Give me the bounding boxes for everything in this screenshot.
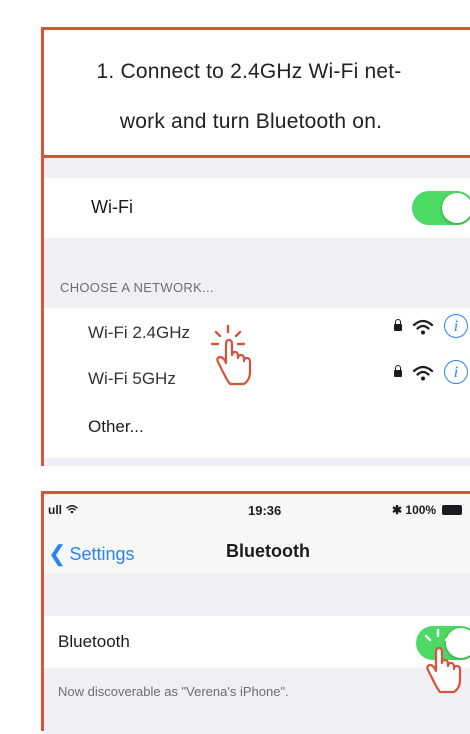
bluetooth-setting-row: Bluetooth (44, 616, 470, 668)
toggle-knob (442, 193, 470, 223)
lock-icon (394, 365, 402, 377)
back-button[interactable]: ❮ Settings (48, 540, 134, 566)
wifi-icon (412, 365, 434, 381)
info-icon[interactable]: i (444, 314, 468, 338)
bluetooth-label: Bluetooth (58, 632, 130, 651)
hand-pointer-icon (424, 628, 462, 694)
navigation-bar: ❮ Settings Bluetooth (44, 530, 470, 575)
network-name: Wi-Fi 5GHz (88, 369, 176, 388)
wifi-settings-screen: Wi-Fi CHOOSE A NETWORK... Wi-Fi 2.4GHz i (44, 158, 470, 466)
chevron-left-icon: ❮ (48, 541, 67, 566)
bluetooth-settings-card: ull 19:36 ✱ 100% ❮ Settings Bluetooth Blu… (41, 491, 470, 734)
wifi-toggle[interactable] (412, 191, 470, 225)
instruction-line-2: work and turn Bluetooth on. (119, 110, 383, 133)
hand-pointer-icon (210, 324, 252, 386)
network-item-other[interactable]: Other... (44, 402, 470, 452)
choose-network-header: CHOOSE A NETWORK... (60, 280, 214, 295)
back-label: Settings (69, 544, 135, 564)
battery-icon (442, 505, 462, 515)
info-icon[interactable]: i (444, 360, 468, 384)
battery-percent: ✱ 100% (392, 503, 437, 517)
step-instruction: 1. Connect to 2.4GHz Wi-Fi net- work and… (44, 30, 470, 158)
other-network-label: Other... (88, 417, 144, 436)
discoverable-note: Now discoverable as "Verena's iPhone". (58, 684, 289, 699)
network-name: Wi-Fi 2.4GHz (88, 323, 190, 342)
status-bar: ull 19:36 ✱ 100% (44, 494, 470, 530)
clock: 19:36 (248, 503, 282, 518)
lock-icon (394, 319, 402, 331)
wifi-label: Wi-Fi (91, 197, 133, 217)
signal-icon: ull (48, 503, 62, 517)
signal-indicator: ull (48, 503, 79, 517)
wifi-icon (66, 505, 78, 514)
wifi-icon (412, 319, 434, 335)
instruction-line-1: 1. Connect to 2.4GHz Wi-Fi net- (96, 60, 402, 83)
wifi-setting-row: Wi-Fi (44, 178, 470, 238)
instruction-card-wifi: 1. Connect to 2.4GHz Wi-Fi net- work and… (41, 27, 470, 466)
page-title: Bluetooth (226, 541, 310, 561)
